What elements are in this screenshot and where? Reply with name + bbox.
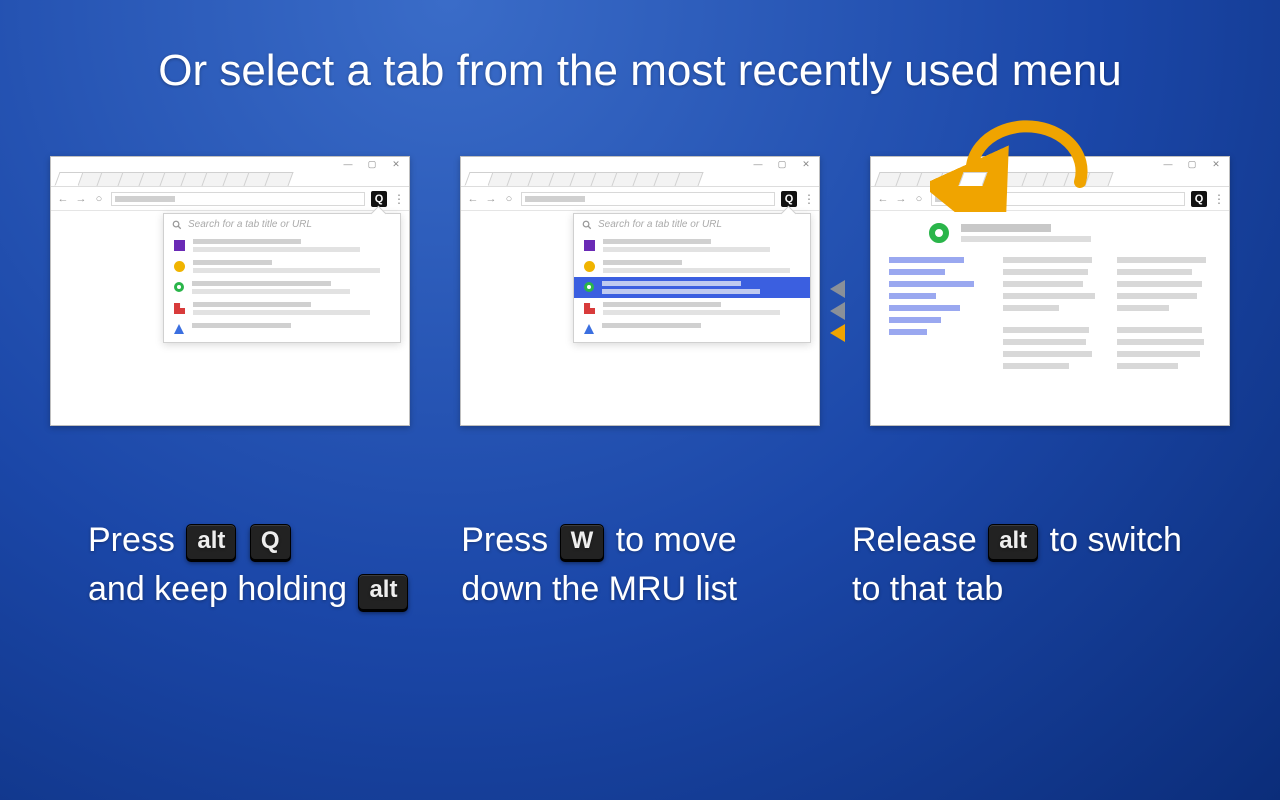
address-bar (521, 192, 775, 206)
back-icon: ← (57, 193, 69, 205)
window-controls: — ▢ ✕ (51, 157, 409, 171)
caption-2: Press W to move down the MRU list (461, 516, 801, 615)
maximize-icon: ▢ (367, 159, 377, 170)
menu-icon: ⋮ (803, 192, 813, 206)
mru-popup: Search for a tab title or URL (573, 213, 811, 343)
menu-icon: ⋮ (1213, 192, 1223, 206)
browser-mock-1: — ▢ ✕ ← → ○ Q ⋮ Sear (50, 156, 410, 426)
caption-3: Release alt to switch to that tab (852, 516, 1192, 615)
extension-icon: Q (781, 191, 797, 207)
key-alt: alt (358, 574, 408, 610)
arrow-highlighted-icon (830, 324, 845, 342)
tab-strip (461, 171, 819, 187)
favicon-circle-icon (584, 261, 595, 272)
favicon-ell-icon (584, 303, 595, 314)
list-item (574, 256, 810, 277)
favicon-square-icon (584, 240, 595, 251)
maximize-icon: ▢ (1187, 159, 1197, 170)
page-content (871, 211, 1229, 381)
content-col (1003, 257, 1097, 369)
browser-tab (464, 172, 493, 186)
list-item (574, 319, 810, 338)
caption-1: Press alt Q and keep holding alt (88, 516, 410, 615)
minimize-icon: — (753, 159, 763, 169)
browser-mock-2: — ▢ ✕ ← → ○ Q ⋮ Sear (460, 156, 820, 426)
browser-tab-active (958, 172, 987, 186)
menu-icon: ⋮ (393, 192, 403, 206)
list-item (574, 298, 810, 319)
list-item (164, 298, 400, 319)
forward-icon: → (895, 193, 907, 205)
favicon-ring-icon (174, 282, 184, 292)
list-item (574, 235, 810, 256)
content-col (1117, 257, 1211, 369)
window-controls: — ▢ ✕ (461, 157, 819, 171)
back-icon: ← (467, 193, 479, 205)
close-icon: ✕ (391, 159, 401, 170)
list-item (164, 277, 400, 298)
minimize-icon: — (343, 159, 353, 169)
search-icon (172, 220, 182, 230)
search-placeholder: Search for a tab title or URL (188, 219, 312, 230)
curved-arrow-icon (930, 112, 1110, 212)
nav-toolbar: ← → ○ Q ⋮ (51, 187, 409, 211)
list-item-selected (574, 277, 810, 298)
favicon-triangle-icon (584, 324, 594, 334)
tab-strip (51, 171, 409, 187)
favicon-ring-icon (584, 282, 594, 292)
search-row: Search for a tab title or URL (574, 214, 810, 235)
close-icon: ✕ (1211, 159, 1221, 170)
list-item (164, 235, 400, 256)
list-item (164, 319, 400, 338)
sidebar-col (889, 257, 983, 369)
favicon-circle-icon (174, 261, 185, 272)
reload-icon: ○ (503, 193, 515, 205)
favicon-square-icon (174, 240, 185, 251)
page-hero (929, 223, 1211, 243)
favicon-triangle-icon (174, 324, 184, 334)
extension-icon: Q (371, 191, 387, 207)
browser-tab (264, 172, 293, 186)
mru-popup: Search for a tab title or URL (163, 213, 401, 343)
favicon-ell-icon (174, 303, 185, 314)
extension-icon: Q (1191, 191, 1207, 207)
key-w: W (560, 524, 605, 560)
list-item (164, 256, 400, 277)
reload-icon: ○ (913, 193, 925, 205)
browser-tab (674, 172, 703, 186)
reload-icon: ○ (93, 193, 105, 205)
minimize-icon: — (1163, 159, 1173, 169)
maximize-icon: ▢ (777, 159, 787, 170)
key-alt: alt (988, 524, 1038, 560)
hero-ring-icon (929, 223, 949, 243)
browser-tab (54, 172, 83, 186)
captions-row: Press alt Q and keep holding alt Press W… (0, 516, 1280, 615)
forward-icon: → (485, 193, 497, 205)
forward-icon: → (75, 193, 87, 205)
search-row: Search for a tab title or URL (164, 214, 400, 235)
key-alt: alt (186, 524, 236, 560)
nav-toolbar: ← → ○ Q ⋮ (461, 187, 819, 211)
arrow-icon (830, 280, 845, 298)
search-placeholder: Search for a tab title or URL (598, 219, 722, 230)
search-icon (582, 220, 592, 230)
selection-arrows (830, 280, 845, 342)
arrow-icon (830, 302, 845, 320)
close-icon: ✕ (801, 159, 811, 170)
key-q: Q (250, 524, 291, 560)
page-heading: Or select a tab from the most recently u… (0, 0, 1280, 96)
address-bar (111, 192, 365, 206)
back-icon: ← (877, 193, 889, 205)
